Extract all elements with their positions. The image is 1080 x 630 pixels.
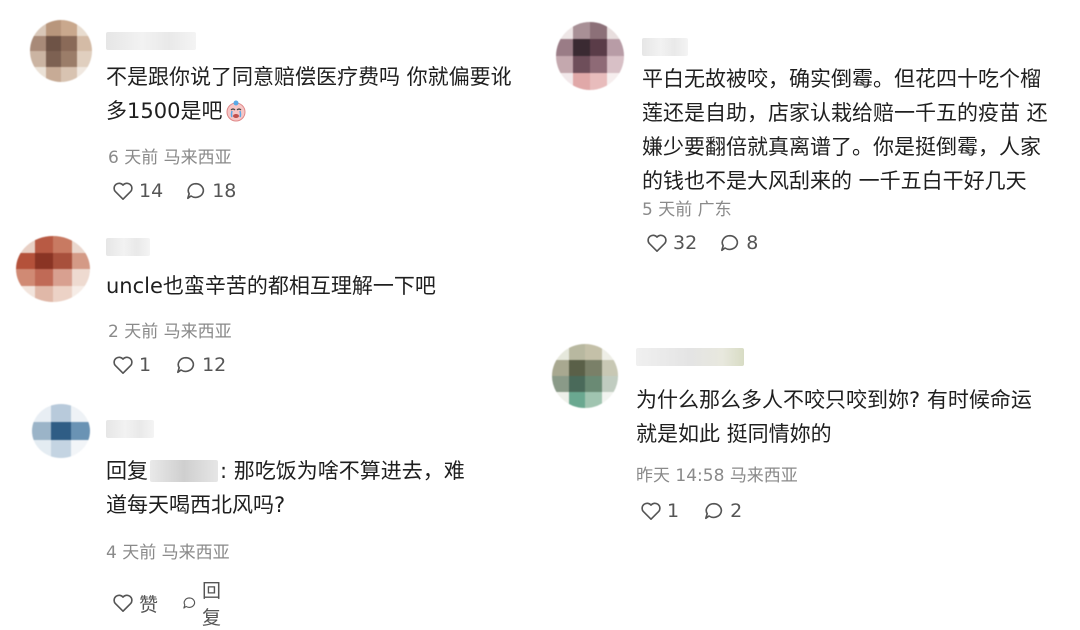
comment-text: uncle也蛮辛苦的都相互理解一下吧 xyxy=(106,269,436,303)
like-count: 14 xyxy=(139,180,164,202)
comment-meta: 6 天前 马来西亚 xyxy=(108,143,232,168)
username-redacted[interactable] xyxy=(106,420,154,438)
like-button[interactable]: 1 xyxy=(112,354,151,376)
comment-time: 4 天前 xyxy=(106,543,157,563)
heart-outline-icon xyxy=(647,234,667,252)
speech-bubble-icon xyxy=(187,182,205,200)
reply-label: 回复 xyxy=(202,580,222,629)
comment-text-line: 嫌少要翻倍就真离谱了。你是挺倒霉，人家 xyxy=(642,135,1041,159)
comment-meta: 昨天 14:58 马来西亚 xyxy=(636,461,798,486)
reply-count: 18 xyxy=(212,180,237,202)
reply-button[interactable]: 18 xyxy=(185,180,236,202)
comment-meta: 2 天前 马来西亚 xyxy=(108,317,232,342)
comment-text: 为什么那么多人不咬只咬到妳? 有时候命运 就是如此 挺同情妳的 xyxy=(636,383,1032,451)
avatar[interactable] xyxy=(32,404,90,458)
reply-button[interactable]: 12 xyxy=(175,354,226,376)
comment-location: 马来西亚 xyxy=(729,466,798,486)
heart-outline-icon xyxy=(641,502,661,520)
speech-bubble-icon xyxy=(177,356,195,374)
avatar[interactable] xyxy=(30,20,92,82)
speech-bubble-icon xyxy=(705,502,723,520)
comment-location: 马来西亚 xyxy=(161,543,230,563)
comment-text-line: uncle也蛮辛苦的都相互理解一下吧 xyxy=(106,274,436,298)
comment-text-line: 不是跟你说了同意赔偿医疗费吗 你就偏要讹 xyxy=(106,65,512,89)
username-redacted[interactable] xyxy=(106,32,196,50)
username-redacted[interactable] xyxy=(642,38,688,56)
username-redacted[interactable] xyxy=(106,238,150,256)
comment-text-line-part: 多1500是吧 xyxy=(106,99,223,123)
comment-actions: 32 8 xyxy=(646,232,780,254)
username-redacted[interactable] xyxy=(636,348,744,366)
reply-button[interactable]: 8 xyxy=(719,232,758,254)
comment-time: 2 天前 xyxy=(108,322,159,342)
like-count: 32 xyxy=(673,232,698,254)
comment-meta: 4 天前 马来西亚 xyxy=(106,538,230,563)
comment-text-line: 莲还是自助，店家认栽给赔一千五的疫苗 还 xyxy=(642,101,1048,125)
heart-outline-icon xyxy=(113,356,133,374)
comment-text-line: 多1500是吧 xyxy=(106,94,512,128)
comment-location: 广东 xyxy=(697,200,732,220)
speech-bubble-icon xyxy=(721,234,739,252)
reply-count: 8 xyxy=(746,232,759,254)
comment-text-line: 的钱也不是大风刮来的 一千五白干好几天 xyxy=(642,169,1027,193)
heart-outline-icon xyxy=(113,182,133,200)
comment-actions: 赞 回复 xyxy=(112,576,250,630)
speech-bubble-icon xyxy=(183,597,196,609)
avatar[interactable] xyxy=(556,22,624,90)
comment-actions: 1 12 xyxy=(112,354,248,376)
reply-button[interactable]: 回复 xyxy=(182,576,228,630)
comment-text-line: 就是如此 挺同情妳的 xyxy=(636,422,832,446)
comment-text-line: 回复 : 那吃饭为啥不算进去，难 xyxy=(106,454,465,488)
reply-count: 2 xyxy=(730,500,743,522)
comment-actions: 14 18 xyxy=(112,180,258,202)
comment-text-part: : 那吃饭为啥不算进去，难 xyxy=(220,459,465,483)
reply-count: 12 xyxy=(202,354,227,376)
reply-prefix: 回复 xyxy=(106,459,148,483)
avatar[interactable] xyxy=(16,236,90,302)
comment-text: 回复 : 那吃饭为啥不算进去，难 道每天喝西北风吗? xyxy=(106,454,465,522)
comment-text-line: 平白无故被咬，确实倒霉。但花四十吃个榴 xyxy=(642,67,1041,91)
comment-time: 昨天 14:58 xyxy=(636,466,725,486)
comment-text-line: 道每天喝西北风吗? xyxy=(106,493,286,517)
comment-time: 5 天前 xyxy=(642,200,693,220)
comment-text: 不是跟你说了同意赔偿医疗费吗 你就偏要讹 多1500是吧 xyxy=(106,60,512,128)
comment-text: 平白无故被咬，确实倒霉。但花四十吃个榴 莲还是自助，店家认栽给赔一千五的疫苗 还… xyxy=(642,62,1048,198)
like-count: 1 xyxy=(139,354,152,376)
crying-face-emoji xyxy=(226,100,246,122)
like-button[interactable]: 14 xyxy=(112,180,163,202)
comment-location: 马来西亚 xyxy=(163,322,232,342)
comment-location: 马来西亚 xyxy=(163,148,232,168)
heart-outline-icon xyxy=(113,594,133,612)
reply-button[interactable]: 2 xyxy=(703,500,742,522)
comment-meta: 5 天前 广东 xyxy=(642,195,732,220)
comment-actions: 1 2 xyxy=(640,500,764,522)
avatar[interactable] xyxy=(552,344,618,408)
like-count: 1 xyxy=(667,500,680,522)
mention-redacted[interactable] xyxy=(150,460,218,482)
comment-text-line: 为什么那么多人不咬只咬到妳? 有时候命运 xyxy=(636,388,1032,412)
like-button[interactable]: 32 xyxy=(646,232,697,254)
like-button[interactable]: 赞 xyxy=(112,590,158,617)
comment-time: 6 天前 xyxy=(108,148,159,168)
like-label: 赞 xyxy=(139,593,159,616)
like-button[interactable]: 1 xyxy=(640,500,679,522)
